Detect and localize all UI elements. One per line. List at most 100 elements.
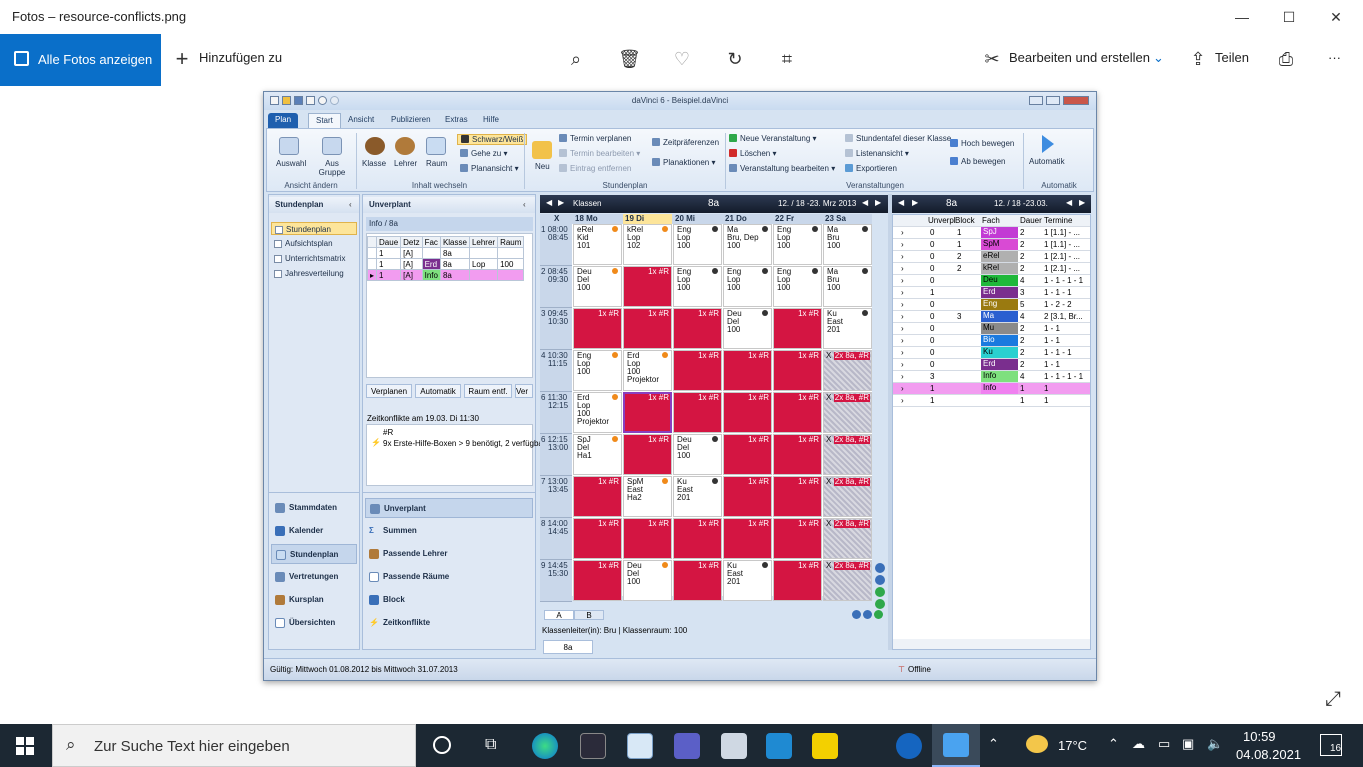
col-header[interactable]: Unverpl: [928, 216, 956, 225]
timetable-cell-conflict[interactable]: 1x #R: [623, 518, 672, 559]
tab-ansicht[interactable]: Ansicht: [341, 113, 381, 128]
col-header[interactable]: Klasse: [439, 236, 470, 248]
zeitpraeferenzen-button[interactable]: Zeitpräferenzen: [652, 138, 719, 147]
print-icon[interactable]: ⎙: [1275, 48, 1297, 70]
veranstaltung-bearbeiten-button[interactable]: Veranstaltung bearbeiten ▾: [729, 164, 835, 173]
verplanen-button[interactable]: Verplanen: [366, 384, 412, 398]
timetable-cell-lesson[interactable]: Ku East 201: [673, 476, 722, 517]
timetable-cell-saturday-conflict[interactable]: 2x 8a, #R X: [823, 350, 872, 391]
gehe-zu-button[interactable]: Gehe zu ▾: [460, 149, 508, 158]
timetable-cell-selected[interactable]: 1x #R: [623, 392, 672, 433]
raum-entfernen-button[interactable]: Raum entf.: [464, 384, 512, 398]
next-week-icon[interactable]: ▶: [1079, 198, 1085, 207]
timetable-cell-conflict[interactable]: 1x #R: [623, 434, 672, 475]
list-row[interactable]: › 1 1 1: [893, 395, 1090, 407]
stundentafel-button[interactable]: Stundentafel dieser Klasse: [845, 134, 951, 143]
list-row[interactable]: › 0 2 1 - 1 Mu: [893, 323, 1090, 335]
timetable-cell-conflict[interactable]: 1x #R: [723, 350, 772, 391]
add-to-button[interactable]: Hinzufügen zu: [199, 50, 282, 65]
maps-icon[interactable]: [896, 733, 922, 759]
all-photos-button[interactable]: Alle Fotos anzeigen: [0, 34, 161, 86]
planaktionen-button[interactable]: Planaktionen ▾: [652, 158, 716, 167]
day-header[interactable]: 23 Sa: [823, 214, 846, 224]
timetable-cell-lesson[interactable]: Ku East 201: [823, 308, 872, 349]
timetable-cell-lesson[interactable]: Ku East 201: [723, 560, 772, 601]
list-row[interactable]: › 1 1 1 Info: [893, 383, 1090, 395]
zoom-icon[interactable]: ⌕: [565, 48, 587, 70]
nav-item-stundenplan[interactable]: Stundenplan: [271, 222, 357, 235]
timetable-cell-lesson[interactable]: eRel Kid 101: [573, 224, 622, 265]
timetable-cell-lesson[interactable]: Ma Bru 100: [823, 266, 872, 307]
nav-kursplan[interactable]: Kursplan: [271, 590, 357, 610]
ab-bewegen-button[interactable]: Ab bewegen: [950, 157, 1005, 166]
timetable-cell-lesson[interactable]: Deu Del 100: [623, 560, 672, 601]
battery-icon[interactable]: ▭: [1158, 736, 1170, 752]
close-button[interactable]: ✕: [1313, 0, 1359, 34]
col-header[interactable]: Detz: [400, 236, 423, 248]
next-icon[interactable]: ▶: [912, 198, 918, 207]
tab-b[interactable]: B: [574, 610, 604, 620]
timetable-cell-lesson[interactable]: Deu Del 100: [573, 266, 622, 307]
planansicht-button[interactable]: Planansicht ▾: [460, 164, 519, 173]
nav-item-unterrichtsmatrix[interactable]: Unterrichtsmatrix: [271, 252, 357, 265]
tab-extras[interactable]: Extras: [438, 113, 475, 128]
overflow-button[interactable]: Ver: [515, 384, 533, 398]
reset-icon[interactable]: [875, 599, 885, 609]
list-row[interactable]: › 0 3 4 2 [3.1, Br... Ma: [893, 311, 1090, 323]
clock-time[interactable]: 10:59: [1243, 729, 1276, 744]
photos-taskbar-button[interactable]: [932, 724, 980, 767]
panel-zeitkonflikte[interactable]: ⚡ Zeitkonflikte: [365, 613, 533, 633]
timetable-cell-conflict[interactable]: 1x #R: [573, 518, 622, 559]
list-row[interactable]: › 0 2 1 - 1 Erd: [893, 359, 1090, 371]
collapse-icon[interactable]: ‹: [349, 200, 352, 209]
timetable-cell-conflict[interactable]: 1x #R: [673, 518, 722, 559]
zoom-out-icon[interactable]: [875, 575, 885, 585]
timetable-cell-lesson[interactable]: SpJ Del Ha1: [573, 434, 622, 475]
col-header[interactable]: Dauer: [1020, 216, 1042, 225]
automatik-button[interactable]: Automatik: [1029, 157, 1065, 166]
tab-plan[interactable]: Plan: [268, 113, 299, 128]
timetable-cell-conflict[interactable]: 1x #R: [723, 518, 772, 559]
sticky-notes-icon[interactable]: [812, 733, 838, 759]
list-row[interactable]: › 0 2 1 - 1 - 1 Ku: [893, 347, 1090, 359]
timetable-cell-lesson[interactable]: Eng Lop 100: [773, 266, 822, 307]
day-header[interactable]: 18 Mo: [573, 214, 598, 224]
cloud-icon[interactable]: ☁: [1132, 736, 1145, 752]
day-header[interactable]: 21 Do: [723, 214, 747, 224]
loeschen-button[interactable]: Löschen ▾: [729, 149, 777, 158]
teams-icon[interactable]: [674, 733, 700, 759]
nav-vertretungen[interactable]: Vertretungen: [271, 567, 357, 587]
timetable-cell-conflict[interactable]: 1x #R: [773, 350, 822, 391]
timetable-cell-conflict[interactable]: 1x #R: [773, 518, 822, 559]
col-header[interactable]: Lehrer: [468, 236, 499, 248]
schwarz-weiss-button[interactable]: Schwarz/Weiß: [457, 134, 528, 145]
timetable-cell-conflict[interactable]: 1x #R: [623, 266, 672, 307]
tray-chevron-icon[interactable]: ⌃: [1108, 736, 1119, 752]
list-row[interactable]: › 0 2 2 1 [2.1] - ... kRel: [893, 263, 1090, 275]
panel-unverplant[interactable]: Unverplant: [365, 498, 533, 518]
timetable-cell-lesson[interactable]: Erd Lop 100 Projektor: [623, 350, 672, 391]
aus-gruppe-button[interactable]: Aus Gruppe: [317, 159, 347, 177]
timetable-cell-lesson[interactable]: Erd Lop 100 Projektor: [573, 392, 622, 433]
timetable-cell-conflict[interactable]: 1x #R: [773, 392, 822, 433]
list-row[interactable]: › 1 3 1 - 1 - 1 Erd: [893, 287, 1090, 299]
col-header[interactable]: Block: [955, 216, 975, 225]
col-header[interactable]: Fach: [982, 216, 1000, 225]
list-row[interactable]: › 0 1 2 1 [1.1] - ... SpJ: [893, 227, 1090, 239]
zoom-in-icon[interactable]: [875, 563, 885, 573]
share-icon[interactable]: ⇪: [1187, 48, 1209, 70]
day-header[interactable]: 19 Di: [623, 214, 672, 224]
list-row[interactable]: › 0 2 2 1 [2.1] - ... eRel: [893, 251, 1090, 263]
timetable-cell-conflict[interactable]: 1x #R: [573, 560, 622, 601]
timetable-cell-lesson[interactable]: Eng Lop 100: [723, 266, 772, 307]
automatik-button[interactable]: Automatik: [415, 384, 461, 398]
fullscreen-icon[interactable]: ⤢: [1325, 688, 1341, 711]
nav-fwd-icon[interactable]: [863, 610, 872, 619]
next-week-icon[interactable]: ▶: [875, 198, 881, 207]
col-header[interactable]: Termine: [1044, 216, 1072, 225]
timetable-cell-saturday-conflict[interactable]: 2x 8a, #R X: [823, 518, 872, 559]
timetable-cell-conflict[interactable]: 1x #R: [673, 392, 722, 433]
fit-icon[interactable]: [875, 587, 885, 597]
timetable-cell-saturday-conflict[interactable]: 2x 8a, #R X: [823, 560, 872, 601]
timetable-cell-conflict[interactable]: 1x #R: [573, 308, 622, 349]
